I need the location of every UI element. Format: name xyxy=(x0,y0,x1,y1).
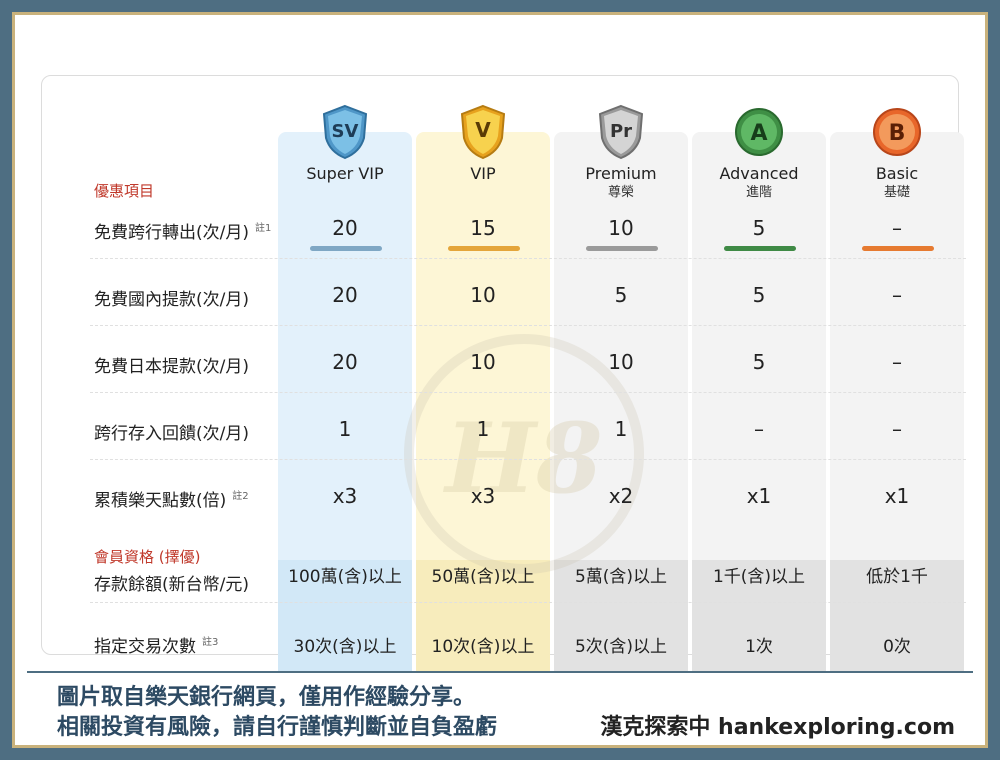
table-cell: x1 xyxy=(746,484,772,508)
table-cell: 50萬(含)以上 xyxy=(431,567,535,587)
row-label: 指定交易次數 註3 xyxy=(94,637,219,657)
tier-name: Advanced xyxy=(719,164,799,183)
table-cell: – xyxy=(754,417,764,441)
benefits-table: H8 SV Super VIP V VIP Pr Premium 尊榮 A Ad… xyxy=(41,75,966,694)
tier-header-basic: B Basic 基礎 xyxy=(830,104,964,251)
tier-badge-text: A xyxy=(750,121,767,146)
content-area: H8 SV Super VIP V VIP Pr Premium 尊榮 A Ad… xyxy=(27,27,973,694)
tier-badge-text: SV xyxy=(332,121,359,142)
row-divider xyxy=(90,602,966,603)
row-divider xyxy=(90,392,966,393)
table-cell: 低於1千 xyxy=(866,567,928,587)
table-cell: 10次(含)以上 xyxy=(431,637,535,657)
tier-name: Premium xyxy=(585,164,657,183)
tier-subname: 基礎 xyxy=(883,185,910,200)
shield-icon: V xyxy=(460,104,506,160)
table-cell: 0次 xyxy=(883,637,911,657)
table-cell: 10 xyxy=(608,216,634,240)
tier-header-premium: Pr Premium 尊榮 xyxy=(554,104,688,251)
tier-header-super-vip: SV Super VIP xyxy=(278,104,412,251)
table-cell: 20 xyxy=(332,216,358,240)
table-cell: 1千(含)以上 xyxy=(712,567,806,587)
table-cell: 10 xyxy=(470,350,496,374)
table-cell: – xyxy=(892,283,902,307)
table-cell: – xyxy=(892,417,902,441)
outer-frame: H8 SV Super VIP V VIP Pr Premium 尊榮 A Ad… xyxy=(12,12,988,748)
table-cell: 100萬(含)以上 xyxy=(288,567,402,587)
table-cell: 5 xyxy=(752,216,766,240)
table-cell: – xyxy=(892,216,902,240)
tier-name: Super VIP xyxy=(306,164,384,183)
table-cell: 5次(含)以上 xyxy=(574,637,668,657)
shield-icon: Pr xyxy=(598,104,644,160)
tier-badge-text: B xyxy=(889,121,906,146)
footer-disclaimer: 圖片取自樂天銀行網頁，僅用作經驗分享。 相關投資有風險，請自行謹慎判斷並自負盈虧… xyxy=(27,671,973,740)
row-label: 存款餘額(新台幣/元) xyxy=(94,575,249,595)
table-cell: 20 xyxy=(332,283,358,307)
tier-subname: 進階 xyxy=(745,185,772,200)
table-cell: x1 xyxy=(884,484,910,508)
table-cell: 5萬(含)以上 xyxy=(574,567,668,587)
row-divider xyxy=(90,325,966,326)
row-divider xyxy=(90,459,966,460)
circle-badge-icon: B xyxy=(873,108,921,156)
brand-credit: 漢克探索中 hankexploring.com xyxy=(600,715,955,740)
table-cell: x3 xyxy=(332,484,358,508)
tier-underline xyxy=(448,246,520,251)
tier-name: VIP xyxy=(470,164,496,183)
table-cell: 30次(含)以上 xyxy=(293,637,397,657)
tier-underline xyxy=(724,246,796,251)
tier-header-advanced: A Advanced 進階 xyxy=(692,104,826,251)
row-label: 累積樂天點數(倍) 註2 xyxy=(94,491,249,511)
table-cell: 1 xyxy=(338,417,352,441)
table-cell: 20 xyxy=(332,350,358,374)
row-divider xyxy=(90,258,966,259)
row-label: 跨行存入回饋(次/月) xyxy=(94,424,249,444)
row-label: 免費國內提款(次/月) xyxy=(94,290,249,310)
tier-underline xyxy=(586,246,658,251)
membership-section-label: 會員資格 (擇優) xyxy=(94,548,201,566)
disclaimer-line-1: 圖片取自樂天銀行網頁，僅用作經驗分享。 xyxy=(57,685,476,710)
table-cell: 10 xyxy=(608,350,634,374)
disclaimer-line-2: 相關投資有風險，請自行謹慎判斷並自負盈虧 xyxy=(57,715,498,740)
shield-icon: SV xyxy=(322,104,368,160)
row-label: 免費日本提款(次/月) xyxy=(94,357,249,377)
table-cell: 10 xyxy=(470,283,496,307)
tier-header-vip: V VIP xyxy=(416,104,550,251)
circle-badge-icon: A xyxy=(735,108,783,156)
tier-underline xyxy=(862,246,934,251)
tier-subname: 尊榮 xyxy=(607,185,634,200)
table-cell: 15 xyxy=(470,216,496,240)
table-cell: 1 xyxy=(614,417,628,441)
table-cell: 1次 xyxy=(745,637,773,657)
tier-badge-text: Pr xyxy=(610,121,632,142)
benefits-section-label: 優惠項目 xyxy=(94,182,155,200)
table-cell: 5 xyxy=(752,350,766,374)
tier-badge-text: V xyxy=(475,118,491,142)
table-cell: 5 xyxy=(752,283,766,307)
table-cell: x3 xyxy=(470,484,496,508)
tier-underline xyxy=(310,246,382,251)
table-cell: x2 xyxy=(608,484,634,508)
table-cell: 1 xyxy=(476,417,490,441)
tier-name: Basic xyxy=(875,164,919,183)
row-label: 免費跨行轉出(次/月) 註1 xyxy=(94,223,272,243)
table-cell: – xyxy=(892,350,902,374)
table-cell: 5 xyxy=(614,283,628,307)
